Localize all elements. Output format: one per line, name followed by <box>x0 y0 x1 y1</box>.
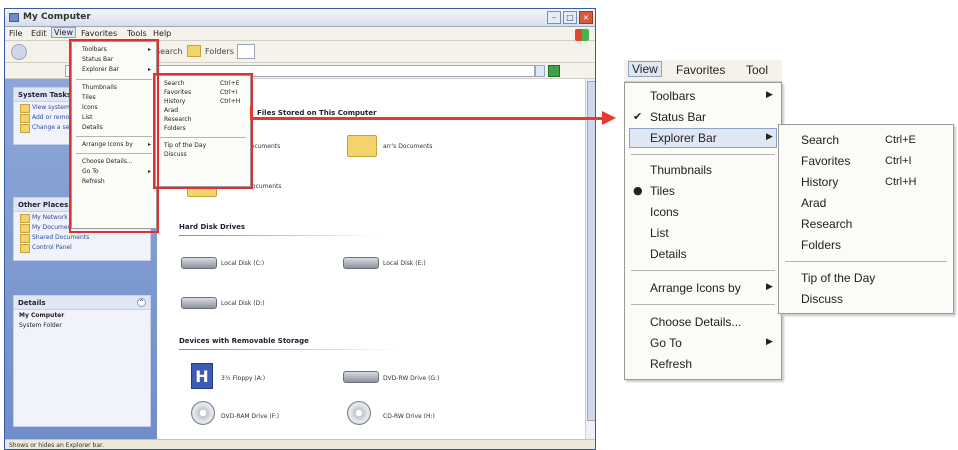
disc-icon[interactable] <box>191 401 215 425</box>
zoom-item-toolbars[interactable]: Toolbars <box>650 89 695 103</box>
arrow-head-icon <box>602 111 616 125</box>
removable-item[interactable]: CD-RW Drive (H:) <box>383 413 435 420</box>
drive-item[interactable]: Local Disk (E:) <box>383 260 426 267</box>
radio-bullet-icon: ● <box>633 184 643 197</box>
submenu-arrow-icon: ▶ <box>766 90 773 100</box>
folders-icon <box>187 45 201 57</box>
search-button[interactable]: Search <box>155 47 182 56</box>
divider <box>179 349 399 350</box>
zoom-sub-favorites[interactable]: Favorites <box>801 154 850 168</box>
zoom-menu-favorites[interactable]: Favorites <box>676 63 725 77</box>
file-item[interactable]: arr's Documents <box>383 143 432 150</box>
details-header[interactable]: Details ^ <box>14 296 150 310</box>
details-sub: System Folder <box>19 322 62 329</box>
zoom-view-menu: Toolbars ▶ ✔ Status Bar Explorer Bar ▶ T… <box>624 82 782 380</box>
menu-favorites[interactable]: Favorites <box>81 29 117 38</box>
checkmark-icon: ✔ <box>633 110 643 123</box>
zoom-sub-folders[interactable]: Folders <box>801 238 841 252</box>
zoom-sub-discuss[interactable]: Discuss <box>801 292 843 306</box>
zoom-item-icons[interactable]: Icons <box>650 205 679 219</box>
computer-icon <box>9 13 19 22</box>
removable-item[interactable]: 3½ Floppy (A:) <box>221 375 265 382</box>
scroll-thumb[interactable] <box>587 81 595 421</box>
windows-logo-icon <box>575 29 589 41</box>
shortcut-label: Ctrl+E <box>885 134 916 146</box>
zoom-item-explorer-bar[interactable]: Explorer Bar <box>650 131 717 145</box>
zoom-explorer-submenu: Search Ctrl+E Favorites Ctrl+I History C… <box>778 124 954 314</box>
menu-edit[interactable]: Edit <box>31 29 47 38</box>
zoom-item-go-to[interactable]: Go To <box>650 336 682 350</box>
removable-header: Devices with Removable Storage <box>179 337 309 345</box>
menu-help[interactable]: Help <box>153 29 171 38</box>
zoom-menu-view[interactable]: View <box>628 61 662 77</box>
back-button[interactable] <box>11 44 27 60</box>
zoom-item-details[interactable]: Details <box>650 247 687 261</box>
zoom-item-tiles[interactable]: Tiles <box>650 184 675 198</box>
view-menu-highlight-box <box>69 39 159 233</box>
menu-separator <box>631 270 775 271</box>
submenu-arrow-icon: ▶ <box>766 337 773 347</box>
menu-view[interactable]: View <box>51 27 76 38</box>
hdd-header: Hard Disk Drives <box>179 223 246 231</box>
place-link[interactable]: Control Panel <box>14 242 150 253</box>
arrow-line <box>252 117 604 120</box>
submenu-arrow-icon: ▶ <box>766 282 773 292</box>
zoom-item-list[interactable]: List <box>650 226 669 240</box>
zoom-item-thumbnails[interactable]: Thumbnails <box>650 163 712 177</box>
menu-tools[interactable]: Tools <box>127 29 147 38</box>
window-title: My Computer <box>23 12 91 22</box>
explorer-menu-highlight-box <box>153 73 253 189</box>
zoom-sub-search[interactable]: Search <box>801 133 839 147</box>
details-name: My Computer <box>19 312 65 319</box>
zoom-sub-history[interactable]: History <box>801 175 838 189</box>
zoom-sub-arad[interactable]: Arad <box>801 196 826 210</box>
zoom-item-choose-details[interactable]: Choose Details... <box>650 315 741 329</box>
dvd-drive-icon[interactable] <box>343 371 379 383</box>
drive-item[interactable]: Local Disk (D:) <box>221 300 265 307</box>
zoom-menu-bar: View Favorites Tool <box>624 60 782 82</box>
removable-item[interactable]: DVD-RAM Drive (F:) <box>221 413 279 420</box>
status-bar: Shows or hides an Explorer bar. <box>5 439 595 449</box>
place-link[interactable]: Shared Documents <box>14 232 150 243</box>
zoom-menu-tools[interactable]: Tool <box>746 63 768 77</box>
address-dropdown[interactable] <box>535 65 545 77</box>
minimize-button[interactable]: – <box>547 11 561 24</box>
submenu-arrow-icon: ▶ <box>766 132 773 142</box>
menu-separator <box>785 261 947 262</box>
my-computer-window: My Computer – □ × File Edit View Favorit… <box>4 8 596 450</box>
files-header: Files Stored on This Computer <box>257 109 377 117</box>
folder-icon[interactable] <box>347 135 377 157</box>
menu-separator <box>631 154 775 155</box>
shortcut-label: Ctrl+H <box>885 176 917 188</box>
menu-separator <box>631 304 775 305</box>
zoom-item-status-bar[interactable]: Status Bar <box>650 110 706 124</box>
drive-item[interactable]: Local Disk (C:) <box>221 260 264 267</box>
removable-item[interactable]: DVD-RW Drive (G:) <box>383 375 439 382</box>
menu-file[interactable]: File <box>9 29 22 38</box>
divider <box>179 235 379 236</box>
close-button[interactable]: × <box>579 11 593 24</box>
title-bar[interactable]: My Computer – □ × <box>5 9 595 27</box>
maximize-button[interactable]: □ <box>563 11 577 24</box>
drive-icon[interactable] <box>343 257 379 269</box>
go-button[interactable] <box>548 65 560 77</box>
disc-icon[interactable] <box>347 401 371 425</box>
collapse-icon[interactable]: ^ <box>137 298 146 307</box>
details-panel: Details ^ My Computer System Folder <box>13 295 151 427</box>
drive-icon[interactable] <box>181 297 217 309</box>
shortcut-label: Ctrl+I <box>885 155 912 167</box>
vertical-scrollbar[interactable] <box>585 79 595 439</box>
zoom-sub-tip-of-day[interactable]: Tip of the Day <box>801 271 875 285</box>
folders-button[interactable]: Folders <box>205 47 234 56</box>
drive-icon[interactable] <box>181 257 217 269</box>
views-button[interactable] <box>237 44 255 59</box>
zoom-item-arrange[interactable]: Arrange Icons by <box>650 281 741 295</box>
floppy-icon[interactable]: H <box>191 363 213 389</box>
zoom-item-refresh[interactable]: Refresh <box>650 357 692 371</box>
zoom-sub-research[interactable]: Research <box>801 217 852 231</box>
